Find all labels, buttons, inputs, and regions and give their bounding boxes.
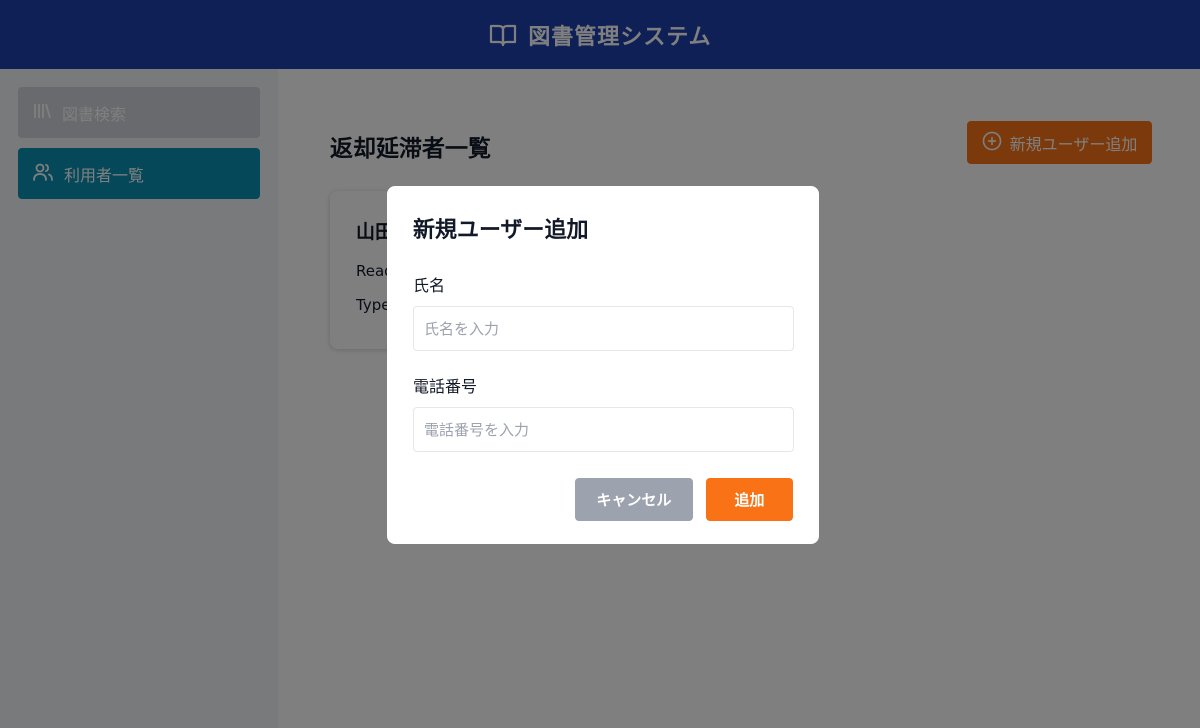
modal-title: 新規ユーザー追加: [413, 218, 589, 243]
name-input[interactable]: [413, 306, 794, 351]
add-user-modal: 新規ユーザー追加 氏名 電話番号 キャンセル 追加: [387, 186, 819, 544]
name-field-label: 氏名: [413, 276, 446, 295]
phone-input[interactable]: [413, 407, 794, 452]
cancel-button[interactable]: キャンセル: [575, 478, 693, 521]
submit-button[interactable]: 追加: [706, 478, 793, 521]
phone-field-label: 電話番号: [413, 377, 478, 396]
modal-actions: キャンセル 追加: [413, 478, 793, 521]
